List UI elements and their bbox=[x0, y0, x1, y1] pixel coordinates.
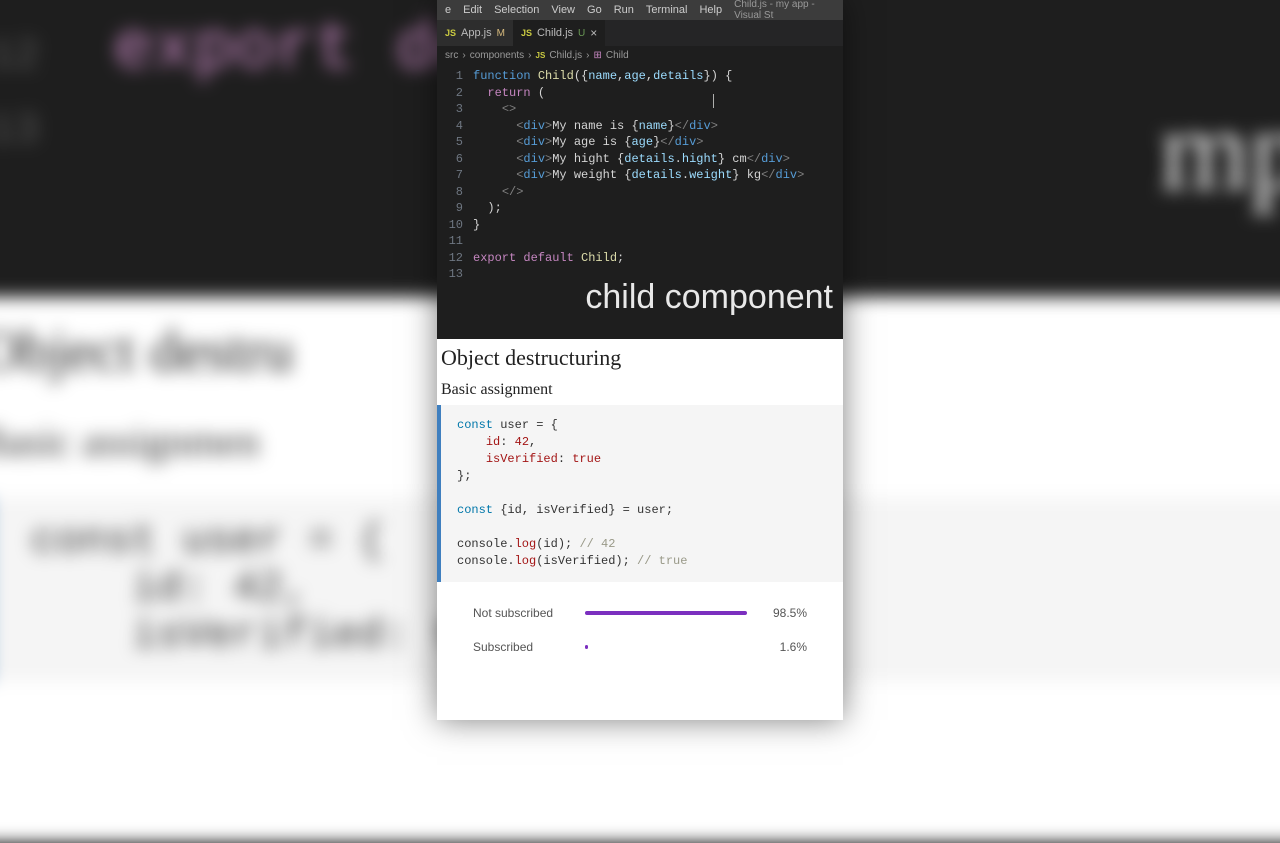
doc-heading: Object destructuring bbox=[437, 339, 843, 373]
menu-bar: e Edit Selection View Go Run Terminal Help Child… bbox=[437, 0, 843, 20]
doc-code-block: const user = { id: 42, isVerified: true … bbox=[437, 405, 843, 582]
stat-label: Not subscribed bbox=[473, 606, 569, 620]
stat-pct: 98.5% bbox=[763, 606, 807, 620]
code-area[interactable]: function Child({name,age,details}) { ret… bbox=[473, 64, 804, 284]
breadcrumb[interactable]: src›components›JSChild.js›⊞Child bbox=[437, 46, 843, 64]
crumb-part[interactable]: components bbox=[470, 50, 524, 61]
tab-child-js[interactable]: JS Child.js U × bbox=[513, 20, 605, 46]
stat-pct: 1.6% bbox=[763, 640, 807, 654]
symbol-icon: ⊞ bbox=[593, 50, 601, 61]
window-title: Child.js - my app - Visual St bbox=[734, 0, 835, 21]
doc-subheading: Basic assignment bbox=[437, 373, 843, 405]
tab-badge: U bbox=[578, 28, 585, 39]
code-editor[interactable]: 12345678910111213 function Child({name,a… bbox=[437, 64, 843, 284]
stat-row: Subscribed 1.6% bbox=[473, 640, 807, 654]
tab-bar: JS App.js M JS Child.js U × bbox=[437, 20, 843, 46]
stat-label: Subscribed bbox=[473, 640, 569, 654]
menu-item-view[interactable]: View bbox=[551, 4, 575, 16]
js-icon: JS bbox=[445, 28, 456, 38]
menu-item-terminal[interactable]: Terminal bbox=[646, 4, 688, 16]
crumb-symbol[interactable]: Child bbox=[606, 50, 629, 61]
crumb-file[interactable]: Child.js bbox=[549, 50, 582, 61]
foreground-panel: e Edit Selection View Go Run Terminal Help Child… bbox=[437, 0, 843, 720]
documentation-panel: Object destructuring Basic assignment co… bbox=[437, 339, 843, 720]
overlay-caption: child component bbox=[437, 278, 843, 317]
menu-item-e[interactable]: e bbox=[445, 4, 451, 16]
stats-panel: Not subscribed 98.5% Subscribed 1.6% bbox=[437, 582, 843, 684]
crumb-part[interactable]: src bbox=[445, 50, 458, 61]
menu-item-go[interactable]: Go bbox=[587, 4, 602, 16]
cursor bbox=[713, 94, 714, 108]
tab-label: App.js bbox=[461, 27, 492, 39]
menu-item-selection[interactable]: Selection bbox=[494, 4, 539, 16]
close-icon[interactable]: × bbox=[590, 26, 597, 40]
stat-bar bbox=[585, 611, 747, 615]
stat-row: Not subscribed 98.5% bbox=[473, 606, 807, 620]
menu-item-edit[interactable]: Edit bbox=[463, 4, 482, 16]
menu-item-help[interactable]: Help bbox=[699, 4, 722, 16]
js-icon: JS bbox=[536, 51, 546, 60]
tab-label: Child.js bbox=[537, 27, 573, 39]
stat-bar bbox=[585, 645, 747, 649]
tab-app-js[interactable]: JS App.js M bbox=[437, 20, 513, 46]
js-icon: JS bbox=[521, 28, 532, 38]
tab-badge: M bbox=[497, 28, 505, 39]
menu-item-run[interactable]: Run bbox=[614, 4, 634, 16]
gutter: 12345678910111213 bbox=[437, 64, 473, 284]
